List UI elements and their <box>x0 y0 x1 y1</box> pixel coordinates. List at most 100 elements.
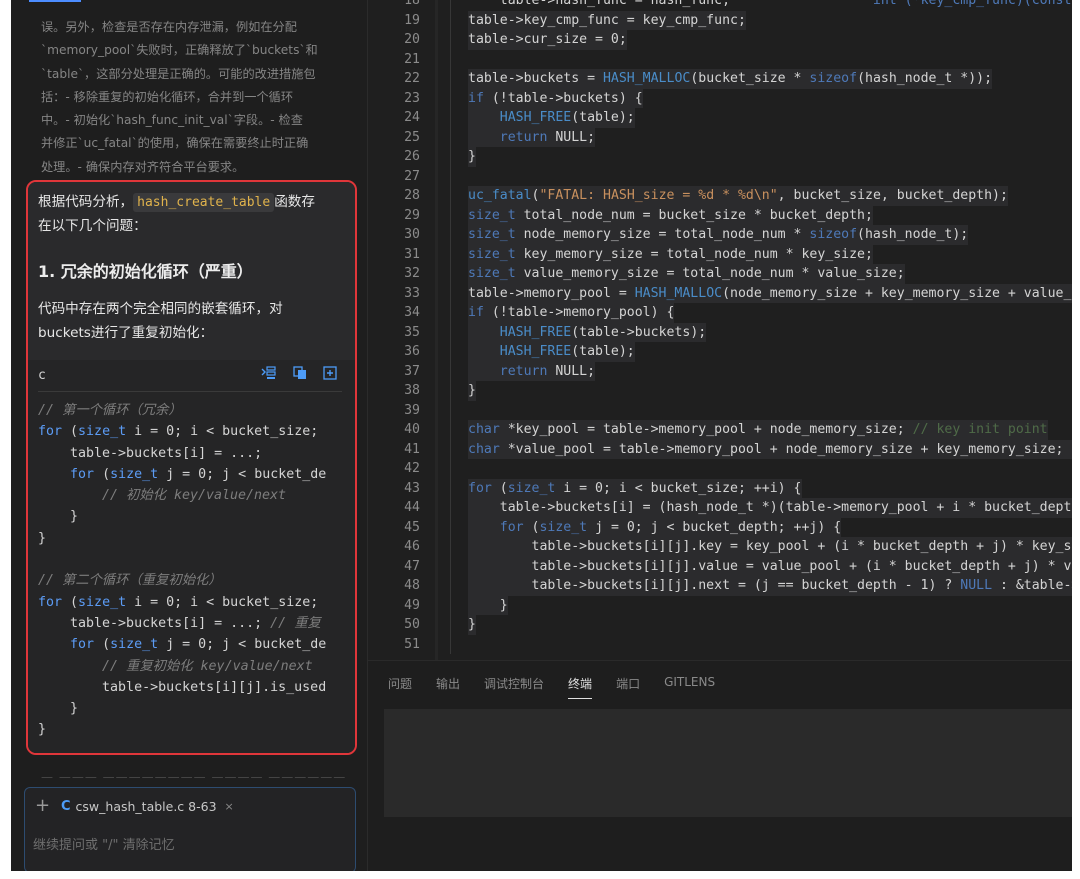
code-token: for <box>468 480 492 496</box>
indent-guide <box>450 381 451 401</box>
editor-line: 40 char *key_pool = table->memory_pool + … <box>368 420 1072 440</box>
close-icon[interactable]: × <box>225 800 234 813</box>
indent-guide <box>450 322 451 342</box>
code-token: (!table->memory_pool) { <box>483 305 675 320</box>
editor-line: 35 HASH_FREE(table->buckets); <box>368 322 1072 342</box>
line-number: 28 <box>404 188 420 203</box>
indent-guide <box>450 459 451 479</box>
indent-guide <box>450 400 451 420</box>
file-chip-label: csw_hash_table.c 8-63 <box>75 798 217 814</box>
code-token: } <box>468 617 476 632</box>
editor-line: 20 table->cur_size = 0; <box>368 30 1072 50</box>
code-token: table->buckets[i][j].key = key_pool + (i… <box>468 539 1072 554</box>
tab-output[interactable]: 输出 <box>436 675 460 699</box>
code-token: size_t <box>468 246 516 262</box>
tab-terminal[interactable]: 终端 <box>568 675 593 699</box>
line-number: 29 <box>404 207 420 223</box>
indent-guide <box>450 69 451 89</box>
code-token: size_t <box>468 227 516 242</box>
indent-guide <box>450 576 451 596</box>
panel-tabs: 问题 输出 调试控制台 终端 端口 GITLENS <box>388 675 739 699</box>
editor-code: char *key_pool = table->memory_pool + no… <box>468 420 1048 440</box>
indent-guide <box>450 10 451 30</box>
terminal-area[interactable] <box>384 709 1072 817</box>
apply-icon[interactable] <box>322 365 338 381</box>
editor-code: table->buckets[i][j].next = (j == bucket… <box>468 576 1072 596</box>
line-number: 36 <box>404 344 420 359</box>
indent-guide <box>450 537 451 557</box>
code-token: i = 0; i < bucket_size; <box>126 424 319 440</box>
code-token: // key init point <box>912 422 1048 437</box>
code-line: } <box>38 698 355 719</box>
code-token: size_t <box>468 207 516 223</box>
code-token: HASH_FREE <box>499 110 572 125</box>
add-context-button[interactable]: + <box>35 795 50 816</box>
editor-code: table->memory_pool = HASH_MALLOC(node_me… <box>468 283 1072 303</box>
code-editor[interactable]: 18 table->hash_func = hash_func; int (*k… <box>368 0 1072 660</box>
file-context-chip[interactable]: C csw_hash_table.c 8-63 × <box>61 797 234 815</box>
editor-code: HASH_FREE(table); <box>468 108 635 128</box>
tab-gitlens[interactable]: GITLENS <box>664 675 715 699</box>
editor-line: 34 if (!table->memory_pool) { <box>368 303 1072 323</box>
code-token: key_memory_size = total_node_num * key_s… <box>515 246 873 262</box>
line-number: 33 <box>404 285 420 301</box>
code-token: *value_pool = table->memory_pool + node_… <box>499 441 1072 457</box>
chat-input-box: + C csw_hash_table.c 8-63 × <box>24 787 356 871</box>
section-heading: 1. 冗余的初始化循环（严重） <box>38 262 253 281</box>
code-token: size_t <box>110 466 159 482</box>
editor-line: 38} <box>368 381 1072 401</box>
editor-code: size_t key_memory_size = total_node_num … <box>468 244 873 264</box>
editor-line: 21 <box>368 49 1072 69</box>
editor-line: 36 HASH_FREE(table); <box>368 342 1072 362</box>
c-file-icon: C <box>61 798 71 814</box>
intro-suffix: 函数存 <box>274 194 315 210</box>
previous-line: `table`，这部分处理是正确的。可能的改进措施包 <box>41 66 316 81</box>
indent-guide <box>450 127 451 147</box>
code-token: uc_fatal <box>468 188 532 203</box>
indent-guide <box>450 517 451 537</box>
code-token: (table); <box>571 110 635 125</box>
code-token: // 重复初始化 key/value/next <box>38 658 313 674</box>
code-token: if <box>468 90 484 106</box>
code-token: j = 0; j < bucket_de <box>158 466 327 482</box>
insert-icon[interactable] <box>260 365 276 381</box>
code-token: if <box>468 305 484 320</box>
editor-line: 45 for (size_t j = 0; j < bucket_depth; … <box>368 517 1072 537</box>
code-token: *key_pool = table->memory_pool + node_me… <box>499 422 913 437</box>
editor-line: 39 <box>368 400 1072 420</box>
indent-guide <box>450 342 451 362</box>
tab-problems[interactable]: 问题 <box>388 675 412 699</box>
code-token: // 第一个循环（冗余） <box>38 403 182 418</box>
line-number: 38 <box>404 383 420 398</box>
line-number: 24 <box>404 110 420 125</box>
line-number: 41 <box>404 441 420 457</box>
line-number: 21 <box>404 51 420 67</box>
line-number: 18 <box>404 0 420 8</box>
indent-guide <box>450 0 451 11</box>
indent-guide <box>450 108 451 128</box>
editor-code: table->cur_size = 0; <box>468 30 627 50</box>
previous-line: 处理。- 确保内存对齐符合平台要求。 <box>41 159 245 174</box>
tab-debug-console[interactable]: 调试控制台 <box>484 675 544 699</box>
editor-code: return NULL; <box>468 127 596 147</box>
indent-guide <box>450 147 451 167</box>
code-token: table->buckets[i] = (hash_node_t *)(tabl… <box>468 500 1072 515</box>
faded-text: — ——— ———————— ———— —————— <box>41 770 347 784</box>
code-token: HASH_MALLOC <box>634 285 723 301</box>
code-token: return <box>499 363 548 379</box>
code-token: // 第二个循环（重复初始化） <box>38 573 222 589</box>
line-number: 47 <box>404 558 420 574</box>
indent-guide <box>450 556 451 576</box>
line-number: 50 <box>404 617 420 632</box>
indent-guide <box>450 420 451 440</box>
code-line: for (size_t j = 0; j < bucket_de <box>38 634 355 655</box>
intro-line2: 在以下几个问题： <box>38 218 147 234</box>
editor-code: if (!table->buckets) { <box>468 88 643 108</box>
indent-guide <box>450 283 451 303</box>
editor-code: size_t value_memory_size = total_node_nu… <box>468 264 905 284</box>
chat-prompt-input[interactable] <box>31 832 345 858</box>
tab-ports[interactable]: 端口 <box>616 675 640 699</box>
code-token: size_t <box>468 266 516 281</box>
copy-icon[interactable] <box>292 365 308 381</box>
code-token: (hash_node_t); <box>857 227 969 242</box>
